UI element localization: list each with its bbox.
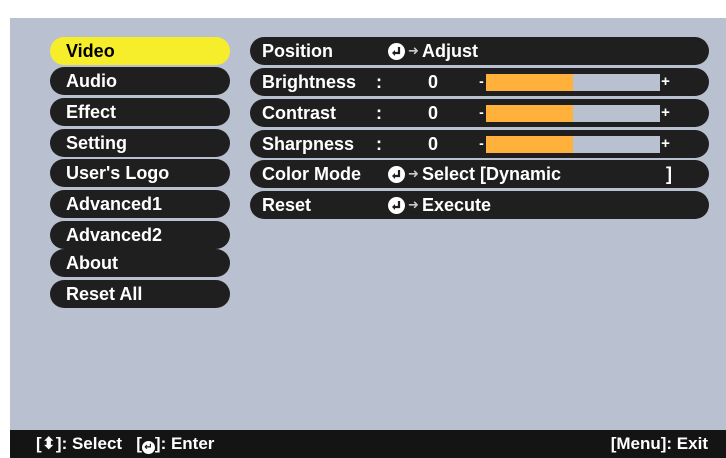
setting-row-position[interactable]: Position ➜ Adjust: [250, 37, 709, 65]
menu-item-users-logo[interactable]: User's Logo: [50, 159, 230, 187]
setting-label: Brightness: [262, 72, 357, 92]
slider-fill: [486, 74, 573, 91]
sharpness-slider[interactable]: - +: [477, 136, 671, 153]
menu-item-reset-all[interactable]: Reset All: [50, 280, 230, 308]
menu-item-label: User's Logo: [66, 163, 170, 183]
setting-action: Select [Dynamic: [422, 164, 562, 184]
enter-icon: [388, 43, 405, 60]
setting-row-sharpness[interactable]: Sharpness : 0 - +: [250, 130, 709, 158]
brightness-slider[interactable]: - +: [477, 74, 671, 91]
setting-row-reset[interactable]: Reset ➜ Execute: [250, 191, 709, 219]
slider-plus[interactable]: +: [660, 105, 671, 122]
menu-item-audio[interactable]: Audio: [50, 67, 230, 95]
menu-item-effect[interactable]: Effect: [50, 98, 230, 126]
setting-value: 0: [428, 72, 439, 92]
setting-colon: :: [376, 103, 382, 123]
footer-bar: [⬍]: Select [↵]: Enter [Menu]: Exit: [10, 430, 726, 458]
setting-row-color-mode[interactable]: Color Mode ➜ Select [Dynamic ]: [250, 160, 709, 188]
enter-icon: ↵: [141, 441, 155, 454]
arrow-right-icon: ➜: [408, 43, 419, 58]
footer-bracket: [: [136, 434, 142, 453]
slider-minus[interactable]: -: [477, 136, 486, 153]
menu-item-advanced1[interactable]: Advanced1: [50, 190, 230, 218]
slider-plus[interactable]: +: [660, 136, 671, 153]
menu-item-label: Video: [66, 41, 115, 61]
enter-icon: [388, 197, 405, 214]
setting-value: 0: [428, 103, 439, 123]
slider-fill: [486, 105, 573, 122]
setting-label: Color Mode: [262, 164, 361, 184]
menu-item-label: Advanced1: [66, 194, 163, 214]
contrast-slider[interactable]: - +: [477, 105, 671, 122]
footer-exit-hint: [Menu]: Exit: [610, 434, 708, 453]
setting-row-brightness[interactable]: Brightness : 0 - +: [250, 68, 709, 96]
setting-value: 0: [428, 134, 439, 154]
menu-item-label: About: [66, 253, 118, 273]
setting-bracket-end: ]: [666, 164, 672, 184]
up-down-icon: ⬍: [41, 434, 56, 453]
setting-label: Sharpness: [262, 134, 355, 154]
setting-row-contrast[interactable]: Contrast : 0 - +: [250, 99, 709, 127]
menu-item-label: Reset All: [66, 284, 143, 304]
enter-icon: [388, 166, 405, 183]
setting-action: Adjust: [422, 41, 478, 61]
menu-item-video[interactable]: Video: [50, 37, 230, 65]
setting-colon: :: [376, 72, 382, 92]
slider-fill: [486, 136, 573, 153]
arrow-right-icon: ➜: [408, 197, 419, 212]
menu-item-label: Setting: [66, 133, 127, 153]
slider-minus[interactable]: -: [477, 105, 486, 122]
menu-item-setting[interactable]: Setting: [50, 129, 230, 157]
setting-label: Reset: [262, 195, 312, 215]
menu-item-label: Audio: [66, 71, 117, 91]
menu-item-about[interactable]: About: [50, 249, 230, 277]
footer-select-text: ]: Select: [55, 434, 123, 453]
slider-minus[interactable]: -: [477, 74, 486, 91]
setting-label: Position: [262, 41, 333, 61]
footer-enter-text: ]: Enter: [154, 434, 215, 453]
menu-item-label: Effect: [66, 102, 117, 122]
footer-hints: [⬍]: Select [↵]: Enter: [36, 434, 214, 454]
menu-panel: Video Audio Effect Setting User's Logo A…: [10, 18, 726, 430]
menu-item-advanced2[interactable]: Advanced2: [50, 221, 230, 249]
osd-frame: Video Audio Effect Setting User's Logo A…: [0, 0, 726, 458]
menu-item-label: Advanced2: [66, 225, 163, 245]
setting-colon: :: [376, 134, 382, 154]
slider-plus[interactable]: +: [660, 74, 671, 91]
setting-action: Execute: [422, 195, 492, 215]
setting-label: Contrast: [262, 103, 337, 123]
arrow-right-icon: ➜: [408, 166, 419, 181]
